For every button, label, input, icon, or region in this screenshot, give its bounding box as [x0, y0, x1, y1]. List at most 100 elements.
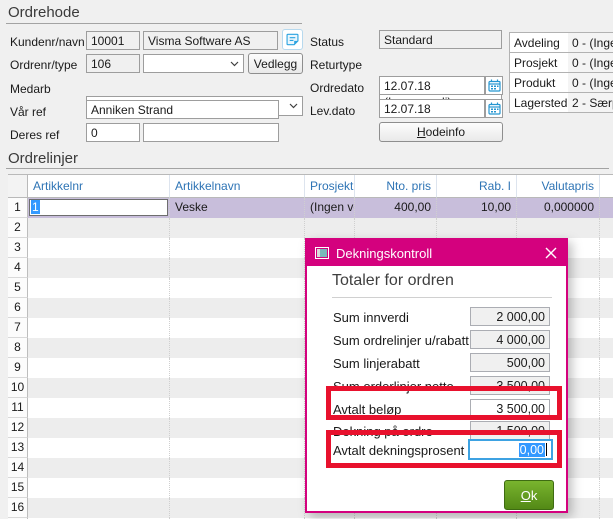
- cell-valutapris-row2[interactable]: [517, 218, 600, 238]
- varref-input[interactable]: Anniken Strand: [86, 100, 279, 119]
- cell-extra-row10[interactable]: [600, 378, 613, 398]
- cell-artikkelnavn-row7[interactable]: [170, 318, 305, 338]
- cell-extra-row5[interactable]: [600, 278, 613, 298]
- cell-nto_pris-row2[interactable]: [355, 218, 437, 238]
- cell-artikkelnr-row13[interactable]: [28, 438, 170, 458]
- kundenr-field[interactable]: 10001: [86, 31, 140, 50]
- cell-artikkelnr-row12[interactable]: [28, 418, 170, 438]
- cell-extra-row11[interactable]: [600, 398, 613, 418]
- cell-artikkelnavn-row12[interactable]: [170, 418, 305, 438]
- row-number-15[interactable]: 15: [8, 478, 28, 498]
- row-number-10[interactable]: 10: [8, 378, 28, 398]
- row-number-14[interactable]: 14: [8, 458, 28, 478]
- cell-artikkelnr-row2[interactable]: [28, 218, 170, 238]
- table-row-2[interactable]: 2: [8, 218, 613, 238]
- close-icon[interactable]: [545, 247, 557, 259]
- note-button[interactable]: [282, 29, 303, 50]
- cell-prosjekt-row2[interactable]: [305, 218, 355, 238]
- row-number-1[interactable]: 1: [8, 198, 28, 218]
- row-number-12[interactable]: 12: [8, 418, 28, 438]
- cell-artikkelnr-row5[interactable]: [28, 278, 170, 298]
- cell-rab-row1[interactable]: 10,00: [437, 198, 517, 218]
- column-header-nto_pris[interactable]: Nto. pris: [355, 175, 437, 198]
- levdato-calendar-button[interactable]: [485, 99, 503, 118]
- cell-artikkelnavn-row1[interactable]: Veske: [170, 198, 305, 218]
- artikkelnr-edit-cell[interactable]: 1: [29, 199, 168, 216]
- cell-extra-row4[interactable]: [600, 258, 613, 278]
- dialog-row-field-4[interactable]: 3 500,00: [470, 399, 550, 418]
- cell-extra-row3[interactable]: [600, 238, 613, 258]
- dimension-value-1[interactable]: 0 - (Inge: [568, 52, 613, 73]
- cell-artikkelnr-row6[interactable]: [28, 298, 170, 318]
- cell-extra-row9[interactable]: [600, 358, 613, 378]
- cell-artikkelnr-row16[interactable]: [28, 498, 170, 518]
- cell-artikkelnavn-row3[interactable]: [170, 238, 305, 258]
- ordretype-combo[interactable]: [143, 54, 244, 73]
- cell-artikkelnavn-row16[interactable]: [170, 498, 305, 518]
- row-number-9[interactable]: 9: [8, 358, 28, 378]
- cell-artikkelnr-row3[interactable]: [28, 238, 170, 258]
- column-header-extra[interactable]: [600, 175, 613, 198]
- cell-artikkelnavn-row15[interactable]: [170, 478, 305, 498]
- dialog-row-field-6[interactable]: 0,00: [468, 439, 553, 460]
- row-number-3[interactable]: 3: [8, 238, 28, 258]
- cell-extra-row12[interactable]: [600, 418, 613, 438]
- cell-valutapris-row1[interactable]: 0,000000: [517, 198, 600, 218]
- ordredato-calendar-button[interactable]: [485, 76, 503, 95]
- row-number-13[interactable]: 13: [8, 438, 28, 458]
- grid-corner-cell[interactable]: [8, 175, 28, 198]
- deresref-input[interactable]: 0: [86, 123, 140, 142]
- ordrenr-field[interactable]: 106: [86, 54, 140, 73]
- column-header-prosjekt[interactable]: Prosjekt: [305, 175, 355, 198]
- cell-artikkelnavn-row5[interactable]: [170, 278, 305, 298]
- cell-artikkelnavn-row6[interactable]: [170, 298, 305, 318]
- cell-extra-row14[interactable]: [600, 458, 613, 478]
- cell-artikkelnr-row8[interactable]: [28, 338, 170, 358]
- row-number-7[interactable]: 7: [8, 318, 28, 338]
- table-row-1[interactable]: 11 Veske(Ingen ve400,0010,000,000000: [8, 198, 613, 218]
- cell-extra-row6[interactable]: [600, 298, 613, 318]
- levdato-input[interactable]: 12.07.18: [379, 99, 485, 118]
- cell-artikkelnavn-row9[interactable]: [170, 358, 305, 378]
- cell-nto_pris-row1[interactable]: 400,00: [355, 198, 437, 218]
- cell-artikkelnavn-row13[interactable]: [170, 438, 305, 458]
- cell-extra-row8[interactable]: [600, 338, 613, 358]
- cell-rab-row2[interactable]: [437, 218, 517, 238]
- cell-artikkelnr-row9[interactable]: [28, 358, 170, 378]
- row-number-11[interactable]: 11: [8, 398, 28, 418]
- cell-extra-row2[interactable]: [600, 218, 613, 238]
- column-header-valutapris[interactable]: Valutapris: [517, 175, 600, 198]
- vedlegg-button[interactable]: Vedlegg: [248, 53, 303, 74]
- column-header-artikkelnavn[interactable]: Artikkelnavn: [170, 175, 305, 198]
- deresref-input-2[interactable]: [143, 123, 279, 142]
- row-number-8[interactable]: 8: [8, 338, 28, 358]
- cell-artikkelnavn-row8[interactable]: [170, 338, 305, 358]
- cell-extra-row7[interactable]: [600, 318, 613, 338]
- cell-extra-row1[interactable]: [600, 198, 613, 218]
- ordredato-input[interactable]: 12.07.18: [379, 76, 485, 95]
- ok-button[interactable]: Ok: [504, 480, 554, 510]
- cell-artikkelnr-row1[interactable]: 1: [28, 198, 170, 218]
- dimension-value-2[interactable]: 0 - (Inge: [568, 72, 613, 93]
- cell-extra-row13[interactable]: [600, 438, 613, 458]
- cell-artikkelnr-row10[interactable]: [28, 378, 170, 398]
- dialog-titlebar[interactable]: Dekningskontroll: [307, 240, 566, 266]
- row-number-2[interactable]: 2: [8, 218, 28, 238]
- kundenavn-field[interactable]: Visma Software AS: [143, 31, 278, 50]
- cell-artikkelnavn-row4[interactable]: [170, 258, 305, 278]
- row-number-6[interactable]: 6: [8, 298, 28, 318]
- cell-artikkelnr-row4[interactable]: [28, 258, 170, 278]
- cell-artikkelnavn-row11[interactable]: [170, 398, 305, 418]
- column-header-rab[interactable]: Rab. I: [437, 175, 517, 198]
- dimension-value-3[interactable]: 2 - Særp: [568, 92, 613, 113]
- cell-extra-row15[interactable]: [600, 478, 613, 498]
- cell-artikkelnr-row15[interactable]: [28, 478, 170, 498]
- cell-extra-row16[interactable]: [600, 498, 613, 518]
- cell-artikkelnr-row11[interactable]: [28, 398, 170, 418]
- cell-artikkelnavn-row2[interactable]: [170, 218, 305, 238]
- row-number-5[interactable]: 5: [8, 278, 28, 298]
- cell-artikkelnr-row7[interactable]: [28, 318, 170, 338]
- row-number-4[interactable]: 4: [8, 258, 28, 278]
- cell-artikkelnavn-row14[interactable]: [170, 458, 305, 478]
- column-header-artikkelnr[interactable]: Artikkelnr: [28, 175, 170, 198]
